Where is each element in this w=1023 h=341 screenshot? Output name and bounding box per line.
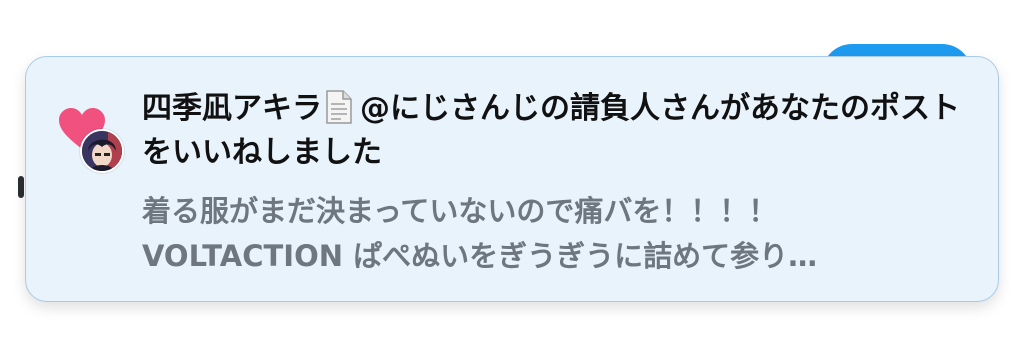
post-preview-line-1: 着る服がまだ決まっていないので痛バを！！！！ <box>142 194 778 228</box>
username[interactable]: 四季凪アキラ <box>142 91 322 126</box>
notification-headline: 四季凪アキラ @にじさんじの請負人さんがあなたのポストをいいねしました <box>142 87 972 175</box>
user-avatar[interactable] <box>80 129 124 173</box>
like-notification-toast[interactable]: 四季凪アキラ @にじさんじの請負人さんがあなたのポストをいいねしました 着る服がま… <box>25 56 999 302</box>
post-preview-line-2: VOLTACTION ぱぺぬいをぎうぎうに詰めて参り… <box>142 239 818 273</box>
page-facing-up-emoji <box>326 90 352 124</box>
background-edge-element <box>18 176 24 198</box>
avatar-illustration <box>82 131 122 171</box>
post-preview[interactable]: 着る服がまだ決まっていないので痛バを！！！！ VOLTACTION ぱぺぬいをぎ… <box>142 189 972 279</box>
